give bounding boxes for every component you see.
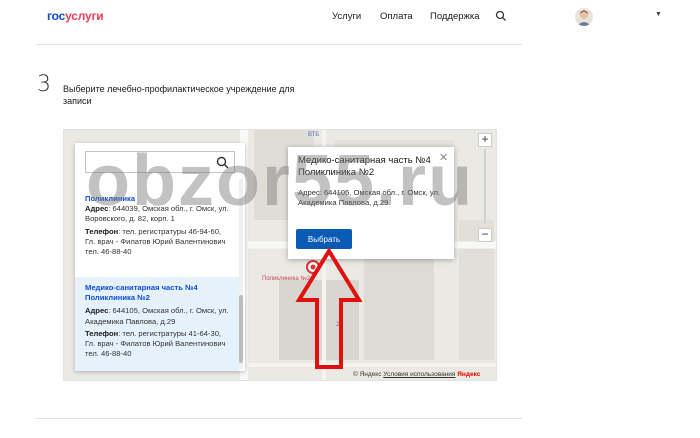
search-icon[interactable] xyxy=(495,10,507,22)
clinic-search-input[interactable] xyxy=(90,153,214,173)
top-divider xyxy=(36,44,522,45)
select-button[interactable]: Выбрать xyxy=(296,229,352,249)
list-scrollbar-thumb[interactable] xyxy=(239,295,243,363)
balloon-address: Адрес: 644105, Омская обл., г. Омск, ул.… xyxy=(298,188,441,207)
zoom-in-button[interactable]: + xyxy=(478,133,492,147)
list-item[interactable]: Поликлиника Адрес: 644039, Омская обл., … xyxy=(75,194,239,257)
arrow-annotation-icon xyxy=(295,248,363,369)
step-number: 3 xyxy=(37,72,51,97)
yandex-logo: Яндекс xyxy=(457,371,481,378)
clinic-search[interactable] xyxy=(85,151,235,173)
clinic-list-panel: Поликлиника Адрес: 644039, Омская обл., … xyxy=(75,143,245,371)
map-copyright: © Яндекс Условия использования Яндекс xyxy=(353,371,481,378)
nav-support[interactable]: Поддержка xyxy=(430,11,480,22)
zoom-out-button[interactable]: − xyxy=(478,228,492,242)
terms-link[interactable]: Условия использования xyxy=(383,371,455,378)
user-avatar[interactable] xyxy=(575,8,593,26)
balloon-title: Медико-санитарная часть №4 Поликлиника №… xyxy=(298,155,431,178)
clinic-balloon: Медико-санитарная часть №4 Поликлиника №… xyxy=(288,147,454,259)
list-item-selected[interactable]: Медико-санитарная часть №4 Поликлиника №… xyxy=(75,277,239,371)
search-icon[interactable] xyxy=(216,156,229,169)
zoom-slider[interactable] xyxy=(484,149,486,223)
chevron-down-icon[interactable]: ▼ xyxy=(655,11,662,18)
top-header: госуслуги Услуги Оплата Поддержка ▼ xyxy=(0,0,700,34)
nav-services[interactable]: Услуги xyxy=(332,11,361,22)
step-title: Выберите лечебно-профилактическое учрежд… xyxy=(63,84,295,106)
nav-payment[interactable]: Оплата xyxy=(380,11,413,22)
bottom-divider xyxy=(36,418,522,419)
close-icon[interactable]: ✕ xyxy=(439,153,448,164)
gosuslugi-logo[interactable]: госуслуги xyxy=(47,9,104,23)
map-label-vtb: ВТБ xyxy=(308,132,320,138)
